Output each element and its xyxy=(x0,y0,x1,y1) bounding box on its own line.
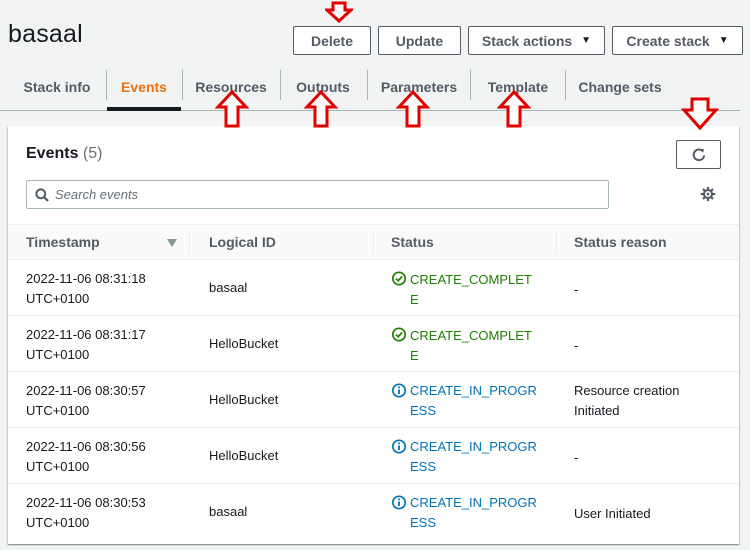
tab-divider xyxy=(182,70,183,100)
caret-down-icon: ▼ xyxy=(581,35,592,46)
search-events-input[interactable] xyxy=(55,184,595,205)
column-header-logical-id[interactable]: Logical ID xyxy=(209,225,276,259)
tab-divider xyxy=(280,70,281,100)
active-tab-indicator xyxy=(107,107,181,111)
logical-id-cell: HelloBucket xyxy=(209,448,279,463)
column-header-status[interactable]: Status xyxy=(391,225,434,259)
delete-button-label: Delete xyxy=(310,32,354,49)
timestamp-cell: 2022-11-06 08:30:53 UTC+0100 xyxy=(26,493,171,533)
stack-actions-button[interactable]: Stack actions ▼ xyxy=(468,26,605,55)
create-stack-button[interactable]: Create stack ▼ xyxy=(612,26,743,55)
search-box xyxy=(26,180,609,209)
status-text: CREATE_IN_PROGRESS xyxy=(410,383,537,418)
logical-id-cell: basaal xyxy=(209,280,248,295)
timestamp-date: 2022-11-06 08:31:17 xyxy=(26,327,146,342)
events-table-body: 2022-11-06 08:31:18 UTC+0100 basaal CREA… xyxy=(8,260,739,540)
status-reason-cell: - xyxy=(574,282,579,297)
timestamp-cell: 2022-11-06 08:31:18 UTC+0100 xyxy=(26,269,171,309)
caret-down-icon: ▼ xyxy=(718,35,729,46)
status-cell: CREATE_IN_PROGRESS xyxy=(391,381,541,421)
events-title: Events xyxy=(26,145,79,162)
status-text: CREATE_IN_PROGRESS xyxy=(410,439,537,474)
events-panel: Events (5) Timestamp Logical ID Statu xyxy=(8,126,739,544)
info-circle-icon xyxy=(391,439,407,454)
stack-tabs: Stack info Events Resources Outputs Para… xyxy=(0,63,740,111)
timestamp-zone: UTC+0100 xyxy=(26,291,90,306)
red-arrow-icon xyxy=(304,90,338,128)
status-cell: CREATE_COMPLETE xyxy=(391,269,541,310)
status-reason-cell: - xyxy=(574,338,579,353)
red-arrow-icon xyxy=(681,97,719,131)
timestamp-cell: 2022-11-06 08:30:57 UTC+0100 xyxy=(26,381,171,421)
red-arrow-icon xyxy=(396,90,430,128)
timestamp-date: 2022-11-06 08:30:56 xyxy=(26,439,146,454)
red-arrow-icon xyxy=(325,1,353,23)
update-button[interactable]: Update xyxy=(378,26,461,55)
logical-id-cell: HelloBucket xyxy=(209,392,279,407)
column-divider xyxy=(373,232,374,254)
tab-divider xyxy=(367,70,368,100)
red-arrow-icon xyxy=(497,90,531,128)
timestamp-zone: UTC+0100 xyxy=(26,515,90,530)
update-button-label: Update xyxy=(395,32,444,49)
tab-stack-info[interactable]: Stack info xyxy=(14,63,100,110)
events-heading: Events (5) xyxy=(26,145,102,163)
red-arrow-icon xyxy=(215,90,249,128)
status-reason-cell: - xyxy=(574,450,579,465)
status-reason-cell: Resource creation Initiated xyxy=(574,383,680,418)
create-stack-label: Create stack xyxy=(626,32,710,49)
gear-icon[interactable] xyxy=(700,186,716,202)
check-circle-icon xyxy=(391,271,407,286)
timestamp-zone: UTC+0100 xyxy=(26,347,90,362)
table-row: 2022-11-06 08:30:53 UTC+0100 basaal CREA… xyxy=(8,484,739,540)
sort-descending-icon[interactable] xyxy=(167,239,177,247)
search-icon xyxy=(35,188,49,202)
column-header-status-reason[interactable]: Status reason xyxy=(574,225,667,259)
delete-button[interactable]: Delete xyxy=(293,26,371,55)
table-row: 2022-11-06 08:31:18 UTC+0100 basaal CREA… xyxy=(8,260,739,316)
column-header-timestamp[interactable]: Timestamp xyxy=(26,225,100,259)
stack-actions-label: Stack actions xyxy=(481,32,573,49)
page-title: basaal xyxy=(8,20,83,48)
events-table-header: Timestamp Logical ID Status Status reaso… xyxy=(8,224,739,260)
status-text: CREATE_COMPLETE xyxy=(410,328,532,363)
tab-divider xyxy=(565,70,566,100)
column-divider xyxy=(556,232,557,254)
status-cell: CREATE_COMPLETE xyxy=(391,325,541,366)
timestamp-cell: 2022-11-06 08:31:17 UTC+0100 xyxy=(26,325,171,365)
tab-divider xyxy=(470,70,471,100)
column-divider xyxy=(189,232,190,254)
check-circle-icon xyxy=(391,327,407,342)
table-row: 2022-11-06 08:30:56 UTC+0100 HelloBucket… xyxy=(8,428,739,484)
timestamp-zone: UTC+0100 xyxy=(26,459,90,474)
timestamp-zone: UTC+0100 xyxy=(26,403,90,418)
logical-id-cell: HelloBucket xyxy=(209,336,279,351)
status-reason-cell: User Initiated xyxy=(574,506,651,521)
timestamp-date: 2022-11-06 08:30:53 xyxy=(26,495,146,510)
status-text: CREATE_IN_PROGRESS xyxy=(410,495,537,530)
logical-id-cell: basaal xyxy=(209,504,248,519)
refresh-button[interactable] xyxy=(676,140,721,169)
timestamp-date: 2022-11-06 08:30:57 xyxy=(26,383,146,398)
status-text: CREATE_COMPLETE xyxy=(410,272,532,307)
events-count: (5) xyxy=(82,145,103,162)
timestamp-date: 2022-11-06 08:31:18 xyxy=(26,271,146,286)
timestamp-cell: 2022-11-06 08:30:56 UTC+0100 xyxy=(26,437,171,477)
table-row: 2022-11-06 08:31:17 UTC+0100 HelloBucket… xyxy=(8,316,739,372)
table-row: 2022-11-06 08:30:57 UTC+0100 HelloBucket… xyxy=(8,372,739,428)
status-cell: CREATE_IN_PROGRESS xyxy=(391,493,541,533)
tab-events[interactable]: Events xyxy=(107,63,181,110)
info-circle-icon xyxy=(391,495,407,510)
tab-change-sets[interactable]: Change sets xyxy=(574,63,666,110)
refresh-icon xyxy=(692,148,705,161)
status-cell: CREATE_IN_PROGRESS xyxy=(391,437,541,477)
info-circle-icon xyxy=(391,383,407,398)
